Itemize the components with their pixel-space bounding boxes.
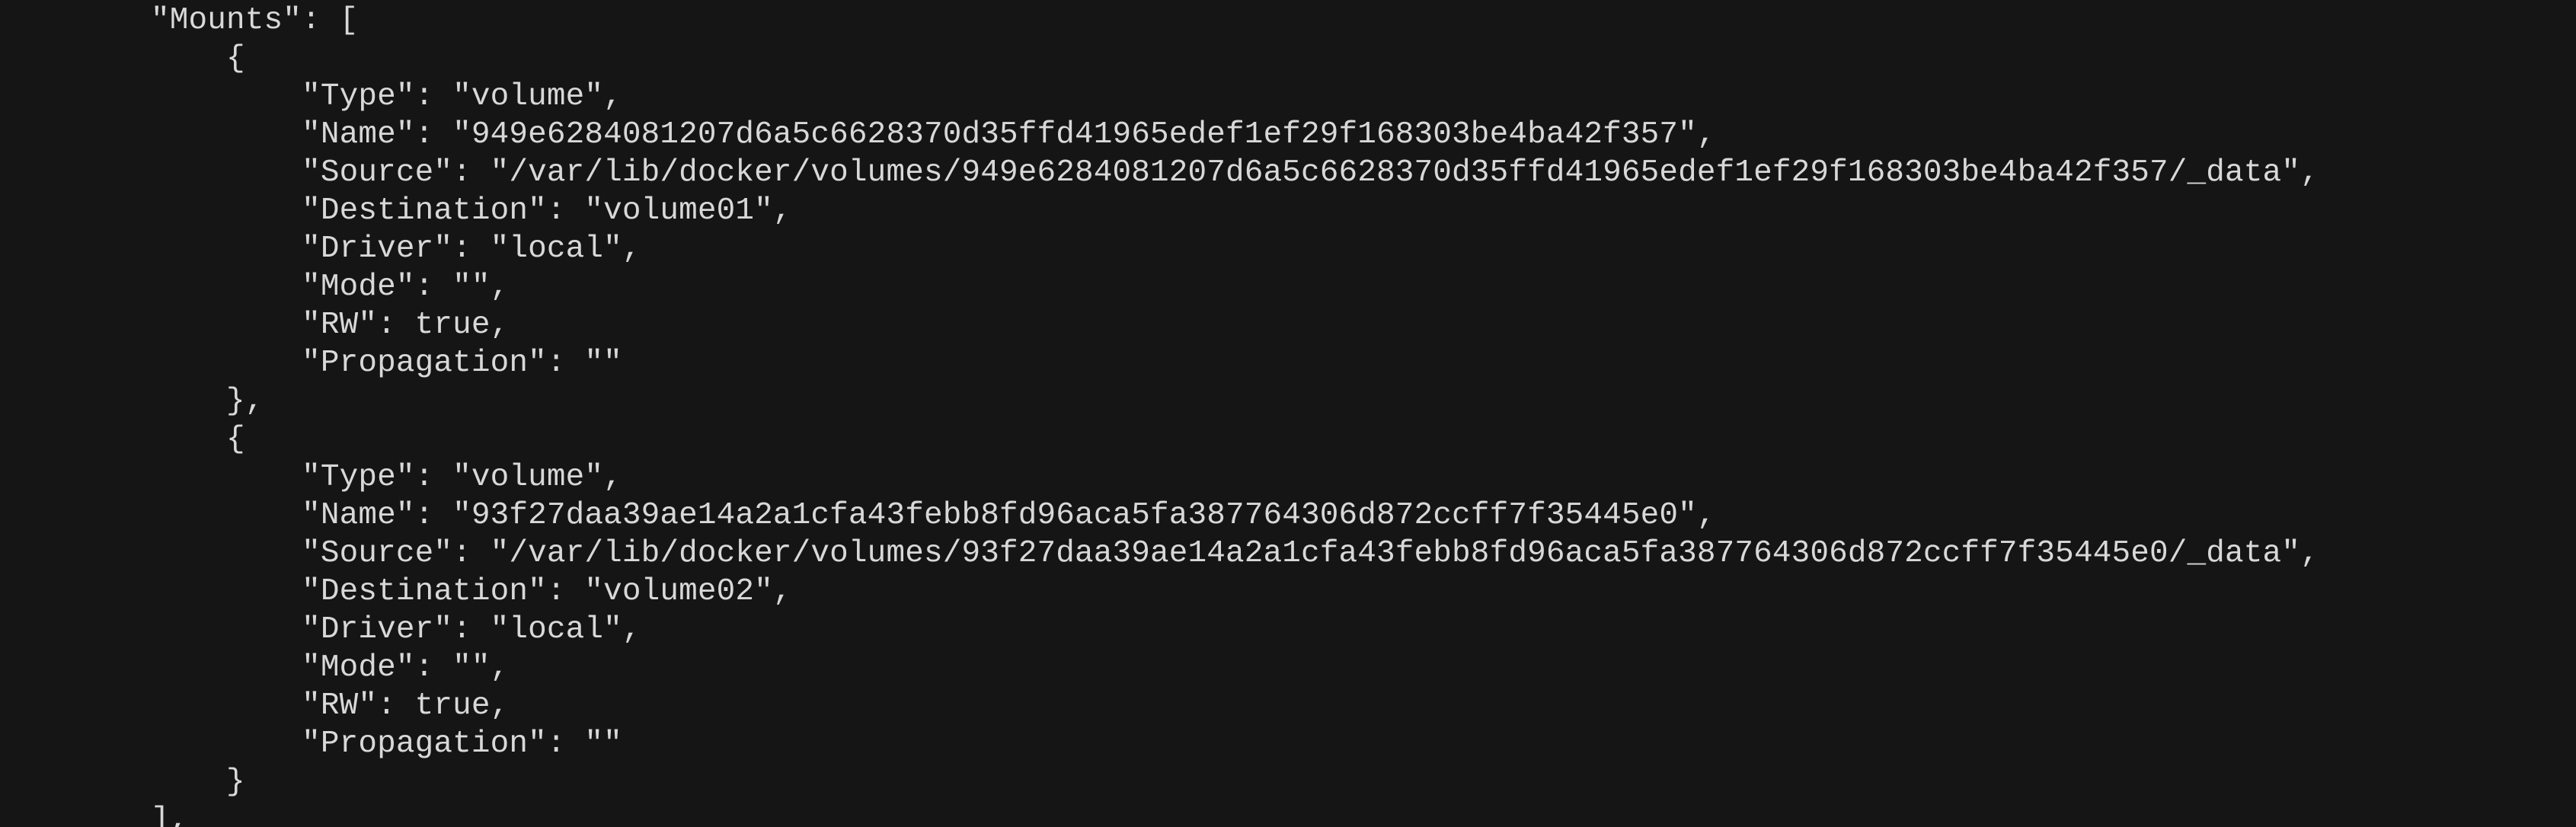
output-line: "RW": true, — [0, 308, 510, 343]
output-line: "Mode": "", — [0, 270, 510, 305]
terminal-window[interactable]: "Mounts": [ { "Type": "volume", "Name": … — [0, 0, 2576, 827]
output-line: "Mounts": [ — [0, 3, 359, 38]
output-line: "Name": "949e6284081207d6a5c6628370d35ff… — [0, 117, 1716, 152]
output-line: { — [0, 41, 245, 76]
output-line: "Driver": "local", — [0, 231, 641, 267]
output-line: ], — [0, 803, 189, 827]
output-line: "RW": true, — [0, 688, 510, 723]
output-line: { — [0, 422, 245, 457]
output-line: }, — [0, 384, 264, 419]
output-line: "Type": "volume", — [0, 79, 622, 114]
output-line: "Mode": "", — [0, 650, 510, 685]
output-line: "Source": "/var/lib/docker/volumes/93f27… — [0, 536, 2319, 571]
output-line: } — [0, 765, 245, 800]
output-line: "Destination": "volume01", — [0, 193, 792, 228]
output-line: "Driver": "local", — [0, 612, 641, 647]
terminal-output: "Mounts": [ { "Type": "volume", "Name": … — [0, 0, 2576, 827]
output-line: "Name": "93f27daa39ae14a2a1cfa43febb8fd9… — [0, 498, 1716, 533]
output-line: "Propagation": "" — [0, 726, 622, 762]
output-line: "Type": "volume", — [0, 460, 622, 495]
output-line: "Source": "/var/lib/docker/volumes/949e6… — [0, 155, 2319, 190]
output-line: "Propagation": "" — [0, 346, 622, 381]
output-line: "Destination": "volume02", — [0, 574, 792, 609]
